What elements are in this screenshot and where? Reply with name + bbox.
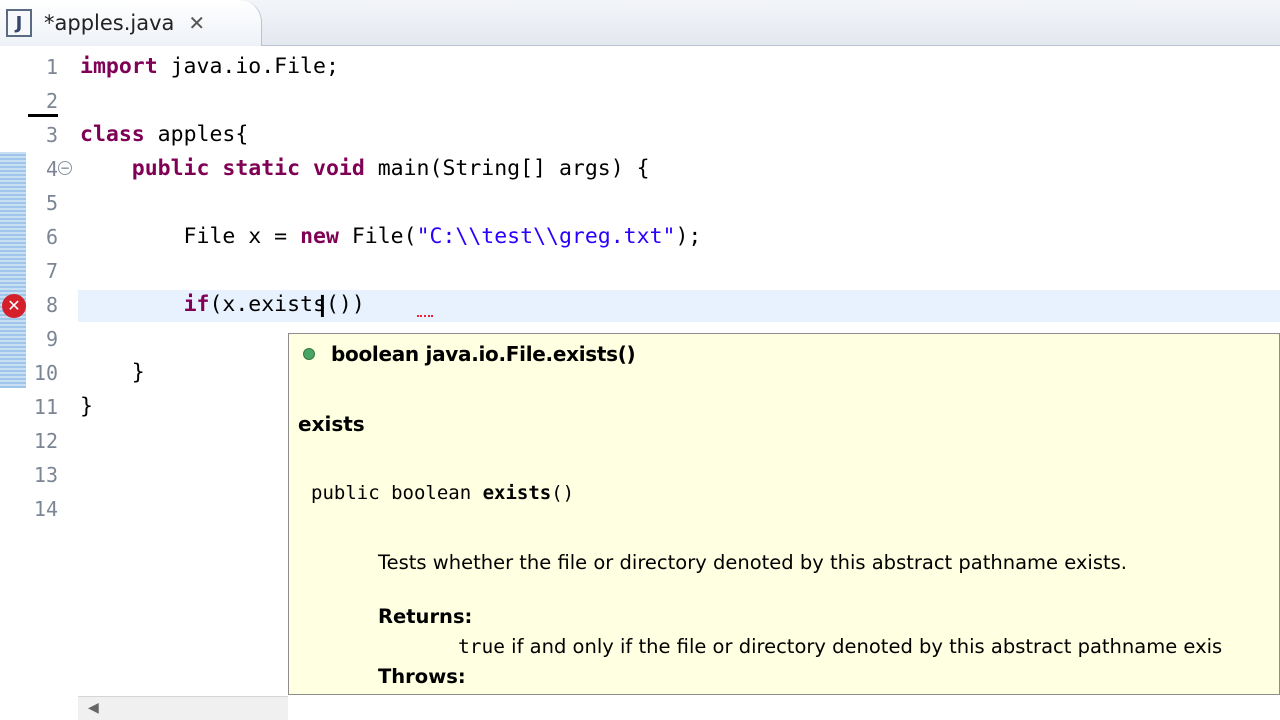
line-number: 12 xyxy=(33,429,58,453)
line-number: 5 xyxy=(45,191,58,215)
returns-description: true if and only if the file or director… xyxy=(458,635,1223,658)
code-text[interactable]: class apples{ xyxy=(80,118,248,152)
code-text[interactable]: } xyxy=(80,356,145,390)
popup-title: boolean java.io.File.exists() xyxy=(331,342,636,366)
tab-label: *apples.java xyxy=(44,11,175,35)
code-text[interactable]: public static void main(String[] args) { xyxy=(80,152,650,186)
line-number: 6 xyxy=(45,225,58,249)
throws-label: Throws: xyxy=(378,665,466,688)
line-number: 9 xyxy=(45,327,58,351)
line-number: 3 xyxy=(45,123,58,147)
line-number: 8 xyxy=(45,293,58,317)
code-text[interactable]: } xyxy=(80,390,93,424)
code-line-current[interactable]: ✕ 8 if(x.exists()) xyxy=(0,288,1280,322)
line-number: 2 xyxy=(45,89,58,113)
popup-header: boolean java.io.File.exists() xyxy=(303,342,636,366)
javadoc-hover-popup[interactable]: boolean java.io.File.exists() exists pub… xyxy=(288,333,1280,695)
line-number: 10 xyxy=(33,361,58,385)
line-number: 4 xyxy=(45,157,58,181)
close-icon[interactable]: ✕ xyxy=(188,11,205,35)
code-line[interactable]: 6 File x = new File("C:\\test\\greg.txt"… xyxy=(0,220,1280,254)
fold-collapse-icon[interactable]: − xyxy=(58,161,72,175)
returns-label: Returns: xyxy=(378,605,473,628)
code-line[interactable]: 1 import java.io.File; xyxy=(0,50,1280,84)
line-number: 1 xyxy=(45,55,58,79)
code-line[interactable]: 2 xyxy=(0,84,1280,118)
editor-tab-bar: J *apples.java ✕ xyxy=(0,0,1280,46)
line-number: 7 xyxy=(45,259,58,283)
method-description: Tests whether the file or directory deno… xyxy=(378,551,1128,574)
code-line[interactable]: 5 xyxy=(0,186,1280,220)
scroll-left-icon[interactable]: ◀ xyxy=(88,700,99,716)
code-text[interactable]: import java.io.File; xyxy=(80,50,339,84)
tab-apples-java[interactable]: J *apples.java ✕ xyxy=(0,0,262,46)
error-icon[interactable]: ✕ xyxy=(2,294,26,318)
java-file-icon: J xyxy=(6,9,32,37)
text-cursor-icon: I xyxy=(318,290,327,325)
code-line[interactable]: 7 xyxy=(0,254,1280,288)
method-signature: public boolean exists() xyxy=(311,482,575,504)
code-line[interactable]: 4 − public static void main(String[] arg… xyxy=(0,152,1280,186)
public-method-icon xyxy=(303,348,315,360)
error-squiggle xyxy=(417,311,433,317)
method-name-heading: exists xyxy=(298,412,365,436)
line-number: 11 xyxy=(33,395,58,419)
code-text[interactable]: File x = new File("C:\\test\\greg.txt"); xyxy=(80,220,702,254)
line-number: 13 xyxy=(33,463,58,487)
horizontal-scrollbar[interactable]: ◀ xyxy=(78,696,288,720)
line-number: 14 xyxy=(33,497,58,521)
code-line[interactable]: 3 class apples{ xyxy=(0,118,1280,152)
